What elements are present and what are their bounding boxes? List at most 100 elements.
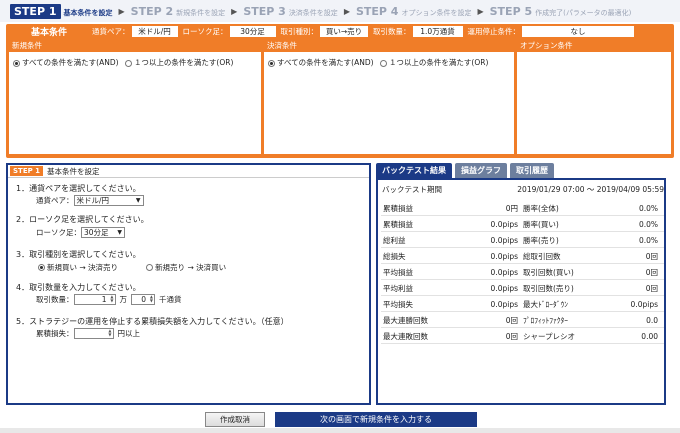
cell-value-left: 0回 <box>505 332 518 341</box>
tab-trade-history[interactable]: 取引履歴 <box>510 163 554 178</box>
conditions-summary: 基本条件 通貨ペア： 米ドル/円 ローソク足： 30分足 取引種別： 買い→売り… <box>6 24 674 158</box>
cell-value-left: 0円 <box>505 204 518 213</box>
step-arrow-icon: ▶ <box>231 6 238 16</box>
quantity-man-unit: 万 <box>119 295 128 304</box>
new-conditions-title: 新規条件 <box>9 40 261 52</box>
chevron-down-icon: ▼ <box>117 229 122 236</box>
step1-badge: STEP 1 <box>10 166 44 176</box>
backtest-stat-row: 最大連勝回数 0回 ﾌﾟﾛﾌｨｯﾄﾌｧｸﾀｰ 0.0 <box>381 314 664 328</box>
cell-value-right: 0.0% <box>638 220 658 229</box>
cell-value-right: 0回 <box>645 284 658 293</box>
backtest-stat-row: 累積損益 0.0pips 勝率(買い) 0.0% <box>381 218 664 232</box>
cell-label-right: シャープレシオ <box>523 332 576 341</box>
pair-value: 米ドル/円 <box>131 26 178 37</box>
step-3-label: 決済条件を設定 <box>288 8 338 17</box>
footer-strip <box>0 428 680 433</box>
stop-loss-row: 累積損失： ▲ ▼ 円以上 <box>36 328 140 339</box>
quantity-man-value: 1 <box>101 295 107 304</box>
candle-row: ローソク足： 30分足 ▼ <box>36 227 125 238</box>
step-4-number: STEP 4 <box>355 4 399 18</box>
cell-label-left: 累積損益 <box>383 204 413 213</box>
currency-pair-select[interactable]: 米ドル/円 ▼ <box>73 195 144 206</box>
cell-value-left: 0.0pips <box>490 252 518 261</box>
backtest-stat-row: 平均損益 0.0pips 取引回数(買い) 0回 <box>381 266 664 280</box>
currency-pair-row: 通貨ペア： 米ドル/円 ▼ <box>36 195 144 206</box>
backtest-period-value: 2019/01/29 07:00 ～ 2019/04/09 05:59 <box>517 185 664 194</box>
cell-value-right: 0回 <box>645 268 658 277</box>
cell-value-right: 0.0% <box>638 236 658 245</box>
step-progress-bar: STEP 1 基本条件を設定 ▶ STEP 2 新規条件を設定 ▶ STEP 3… <box>0 0 680 22</box>
cell-label-right: 取引回数(買い) <box>523 268 574 277</box>
cell-label-right: ﾌﾟﾛﾌｨｯﾄﾌｧｸﾀｰ <box>523 316 568 325</box>
cancel-button[interactable]: 作成取消 <box>205 412 265 427</box>
spinner-icon[interactable]: ▲ ▼ <box>110 295 113 303</box>
radio-and-icon[interactable] <box>268 59 275 67</box>
backtest-stat-row: 平均損失 0.0pips 最大ﾄﾞﾛｰﾀﾞｳﾝ 0.0pips <box>381 298 664 312</box>
candle-value: 30分足 <box>229 26 276 37</box>
new-conditions-panel: 新規条件 すべての条件を満たす(AND) １つ以上の条件を満たす(OR) <box>9 40 261 154</box>
option-conditions-title: オプション条件 <box>517 40 671 52</box>
radio-buy-sell-label[interactable]: 新規買い → 決済売り <box>47 262 118 273</box>
step-2: STEP 2 新規条件を設定 <box>131 5 226 18</box>
radio-and-label[interactable]: すべての条件を満たす(AND) <box>22 58 119 67</box>
cell-value-left: 0回 <box>505 316 518 325</box>
quantity-man-stepper[interactable]: 1 ▲ ▼ <box>73 294 116 305</box>
cell-label-right: 取引回数(売り) <box>523 284 574 293</box>
next-step-button[interactable]: 次の画面で新規条件を入力する <box>275 412 477 427</box>
step-5-label: 作成完了(パラメータの最適化) <box>535 8 632 17</box>
radio-or-label[interactable]: １つ以上の条件を満たす(OR) <box>389 58 488 67</box>
basic-conditions-title: 基本条件 <box>30 28 67 38</box>
cell-value-right: 0.0 <box>646 316 658 325</box>
backtest-stat-row: 累積損益 0円 勝率(全体) 0.0% <box>381 202 664 216</box>
candle-selected: 30分足 <box>84 228 109 237</box>
spinner-icon[interactable]: ▲ ▼ <box>150 295 153 303</box>
cell-label-right: 最大ﾄﾞﾛｰﾀﾞｳﾝ <box>523 300 568 309</box>
cell-label-left: 最大連敗回数 <box>383 332 428 341</box>
question-quantity: 4．取引数量を入力してください。 <box>16 283 141 292</box>
step1-form-panel: STEP 1 基本条件を設定 1．通貨ペアを選択してください。 通貨ペア： 米ド… <box>6 163 371 405</box>
cell-value-left: 0.0pips <box>490 220 518 229</box>
cell-value-left: 0.0pips <box>490 300 518 309</box>
tab-backtest-result[interactable]: バックテスト結果 <box>376 163 452 178</box>
quantity-sen-value: 0 <box>141 295 146 304</box>
cell-label-right: 勝率(全体) <box>523 204 559 213</box>
tab-pnl-graph[interactable]: 損益グラフ <box>455 163 507 178</box>
step-arrow-icon: ▶ <box>343 6 350 16</box>
radio-and-label[interactable]: すべての条件を満たす(AND) <box>277 58 374 67</box>
radio-buy-sell-icon[interactable] <box>38 264 45 271</box>
backtest-stat-row: 平均利益 0.0pips 取引回数(売り) 0回 <box>381 282 664 296</box>
question-trade-type: 3．取引種別を選択してください。 <box>16 250 141 259</box>
quantity-sen-stepper[interactable]: 0 ▲ ▼ <box>131 294 155 305</box>
settlement-conditions-title: 決済条件 <box>264 40 514 52</box>
radio-and-icon[interactable] <box>13 59 20 67</box>
step-2-number: STEP 2 <box>130 4 174 18</box>
radio-or-icon[interactable] <box>124 59 132 67</box>
chevron-down-icon: ▼ <box>135 197 141 204</box>
trade-type-value: 買い→売り <box>320 26 368 37</box>
cell-value-right: 0.0pips <box>630 300 658 309</box>
stop-loss-input[interactable]: ▲ ▼ <box>73 328 114 339</box>
settlement-conditions-panel: 決済条件 すべての条件を満たす(AND) １つ以上の条件を満たす(OR) <box>264 40 514 154</box>
cell-label-left: 最大連勝回数 <box>383 316 428 325</box>
stop-condition-value: なし <box>522 26 634 37</box>
radio-or-icon[interactable] <box>379 59 387 67</box>
candle-label: ローソク足： <box>182 27 228 36</box>
currency-pair-label: 通貨ペア： <box>36 196 74 205</box>
cell-value-left: 0.0pips <box>490 284 518 293</box>
step-2-label: 新規条件を設定 <box>176 8 226 17</box>
cell-label-left: 平均損失 <box>383 300 413 309</box>
radio-or-label[interactable]: １つ以上の条件を満たす(OR) <box>134 58 233 67</box>
stop-condition-label: 運用停止条件： <box>467 27 521 36</box>
backtest-stat-row: 最大連敗回数 0回 シャープレシオ 0.00 <box>381 330 664 344</box>
radio-sell-buy-icon[interactable] <box>146 264 154 271</box>
radio-sell-buy-label[interactable]: 新規売り → 決済買い <box>155 262 226 273</box>
spinner-icon[interactable]: ▲ ▼ <box>108 329 111 337</box>
quantity-sen-unit: 千通貨 <box>159 295 182 304</box>
cell-label-left: 累積損益 <box>383 220 413 229</box>
step-4: STEP 4 オプション条件を設定 <box>356 5 472 18</box>
trade-type-row: 新規買い → 決済売り 新規売り → 決済買い <box>38 262 226 273</box>
quantity-row: 取引数量： 1 ▲ ▼ 万 0 ▲ ▼ 千通貨 <box>36 294 182 305</box>
cell-value-right: 0.00 <box>641 332 658 341</box>
candle-select[interactable]: 30分足 ▼ <box>81 227 125 238</box>
quantity-label: 取引数量： <box>373 27 411 36</box>
